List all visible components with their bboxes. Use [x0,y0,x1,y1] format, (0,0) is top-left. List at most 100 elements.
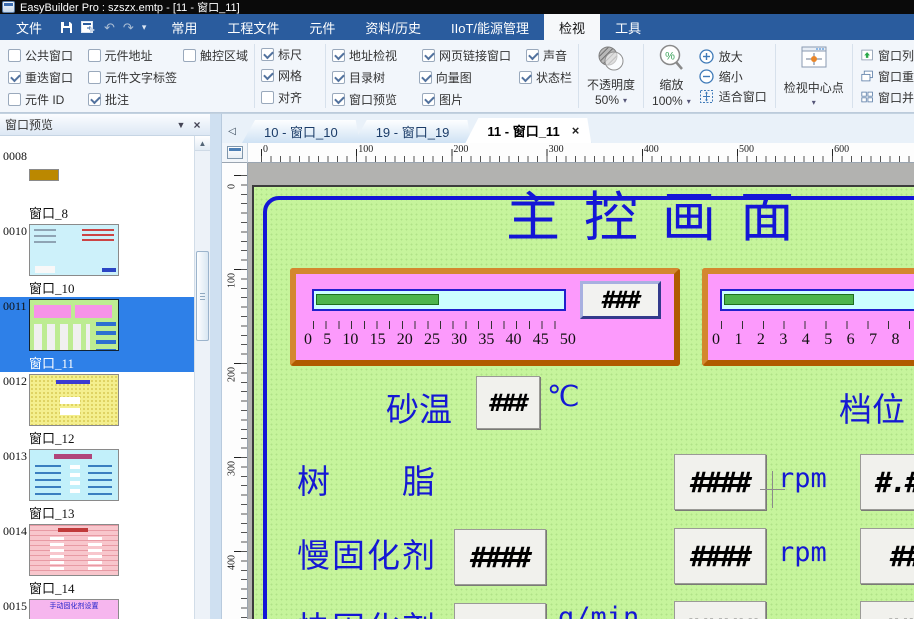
material-name: 慢固化剂 [297,529,435,577]
save-icon[interactable] [60,21,73,34]
redo-icon[interactable]: ↷ [123,21,134,34]
ribbon-checkbox[interactable]: 目录树 [332,69,419,86]
panel-dropdown-icon[interactable]: ▼ [173,120,189,130]
window-thumbnail[interactable] [29,449,119,501]
menu-tab-view[interactable]: 检视 [544,14,600,40]
checkbox-label: 元件文字标签 [105,69,177,86]
window-thumbnail[interactable] [29,299,119,351]
speed-value[interactable]: #### [674,528,766,584]
ruler-mark: 300 [227,457,238,481]
ribbon-checkbox[interactable]: 元件 ID [8,91,88,108]
scale-number: 7 [869,331,877,349]
ribbon-group-guides: 标尺 网格 对齐 [257,42,323,110]
window-name: 窗口_8 [29,203,68,222]
tab-window-19[interactable]: 19 - 窗口_19 [354,120,472,143]
horizontal-ruler: 0100200300400500600 [248,143,914,163]
ribbon-checkbox[interactable]: 声音 [526,47,567,64]
window-list-button[interactable]: 窗口列 [861,45,914,65]
meter-panel-left[interactable]: 05101520253035404550 ### [290,268,680,366]
view-center-button[interactable]: 检视中心点 ▾ [778,42,850,110]
window-thumbnail[interactable] [29,524,119,576]
window-preview-item[interactable]: 0015 手动固化剂设置 [0,597,194,619]
ribbon-checkbox[interactable]: 地址检视 [332,47,422,64]
editor-area: ◁ 10 - 窗口_10 19 - 窗口_19 11 - 窗口_11 × 0100… [222,113,914,619]
scrollbar-up-icon[interactable]: ▲ [195,136,210,151]
checkbox-label: 标尺 [278,46,302,63]
numeric-display[interactable]: ### [580,281,661,319]
menu-tab-data-history[interactable]: 资料/历史 [350,14,436,40]
ruler-corner[interactable] [222,143,248,163]
export-icon[interactable] [81,21,96,33]
window-list-label: 窗口列 [878,47,914,64]
window-thumbnail[interactable] [29,224,119,276]
ribbon-separator [578,44,579,108]
window-preview-item[interactable]: 0010 窗口_10 [0,222,194,297]
window-number: 0010 [3,224,27,239]
speed-value[interactable]: ##### [674,601,766,619]
extra-value[interactable]: #.## [860,454,914,510]
checkbox-label: 窗口预览 [349,91,397,108]
panel-splitter[interactable] [210,113,222,619]
ribbon-checkbox[interactable]: 批注 [88,91,184,108]
window-tile-button[interactable]: 窗口并 [861,87,914,107]
window-preview-item[interactable]: 0008 窗口_8 [0,147,194,222]
zoom-dropdown-icon[interactable]: ▾ [687,97,691,106]
menu-tab-object[interactable]: 元件 [294,14,350,40]
fit-window-button[interactable]: 适合窗口 [699,86,767,106]
menu-file[interactable]: 文件 [0,14,58,40]
opacity-dropdown-icon[interactable]: ▾ [623,96,627,105]
ribbon-checkbox[interactable]: 网格 [261,67,302,84]
ribbon-checkbox[interactable]: 触控区域 [183,47,248,64]
menu-tab-common[interactable]: 常用 [156,14,212,40]
ribbon-checkbox[interactable]: 向量图 [419,69,519,86]
scrollbar-thumb[interactable] [196,251,209,341]
scale-number: 0 [304,331,312,349]
zoom-out-button[interactable]: 缩小 [699,66,767,86]
ribbon-checkbox[interactable]: 对齐 [261,89,302,106]
meter-panel-right[interactable]: 0123456789 [702,268,914,366]
zoom-button[interactable]: % 缩放 100%▾ [652,44,691,108]
window-thumbnail[interactable]: 手动固化剂设置 [29,599,119,619]
sand-temp-value[interactable]: ### [476,376,540,429]
ribbon-checkbox[interactable]: 状态栏 [519,69,572,86]
window-preview-item[interactable]: 0012 窗口_12 [0,372,194,447]
tab-label: 11 - 窗口_11 [487,121,559,140]
window-thumbnail[interactable] [29,374,119,426]
extra-value[interactable]: ## [860,528,914,584]
menu-tab-tool[interactable]: 工具 [600,14,656,40]
ribbon-checkbox[interactable]: 图片 [422,91,526,108]
zoom-in-button[interactable]: 放大 [699,46,767,66]
sidebar-scrollbar[interactable]: ▲ [194,136,210,619]
ribbon-checkbox[interactable]: 元件地址 [88,47,183,64]
ribbon-separator [643,44,644,108]
menu-tab-project[interactable]: 工程文件 [212,14,294,40]
window-overlap-button[interactable]: 窗口重 [861,66,914,86]
design-canvas[interactable]: 主控画面 05101520253035404550 ### [248,163,914,619]
tab-window-10[interactable]: 10 - 窗口_10 [242,120,360,143]
view-center-dropdown-icon[interactable]: ▾ [812,98,816,107]
checkbox-label: 对齐 [278,89,302,106]
tab-window-11[interactable]: 11 - 窗口_11 × [465,118,591,143]
ribbon-checkbox[interactable]: 窗口预览 [332,91,422,108]
speed-value[interactable]: #### [674,454,766,510]
hmi-screen[interactable]: 主控画面 05101520253035404550 ### [252,185,914,619]
ribbon-checkbox[interactable]: 网页链接窗口 [422,47,526,64]
qat-dropdown-icon[interactable]: ▾ [142,22,147,33]
window-preview-item[interactable]: 0014 窗口_14 [0,522,194,597]
ribbon-checkbox[interactable]: 元件文字标签 [88,69,184,86]
checkbox-label: 声音 [543,47,567,64]
checkbox-label: 元件 ID [25,91,64,108]
window-thumbnail[interactable] [29,169,59,181]
window-preview-item[interactable]: 0011 窗口_11 [0,297,194,372]
ribbon-checkbox[interactable]: 标尺 [261,46,302,63]
tab-close-icon[interactable]: × [572,123,580,138]
panel-close-icon[interactable]: × [189,118,205,132]
tab-scroll-left-icon[interactable]: ◁ [224,126,240,137]
undo-icon[interactable]: ↶ [104,21,115,34]
menu-tab-iiot[interactable]: IIoT/能源管理 [436,14,544,40]
ribbon-checkbox[interactable]: 公共窗口 [8,47,88,64]
opacity-button[interactable]: 不透明度 50%▾ [581,42,641,110]
ribbon-checkbox[interactable]: 重迭窗口 [8,69,88,86]
extra-value[interactable]: ### [860,601,914,619]
window-preview-item[interactable]: 0013 窗口_13 [0,447,194,522]
